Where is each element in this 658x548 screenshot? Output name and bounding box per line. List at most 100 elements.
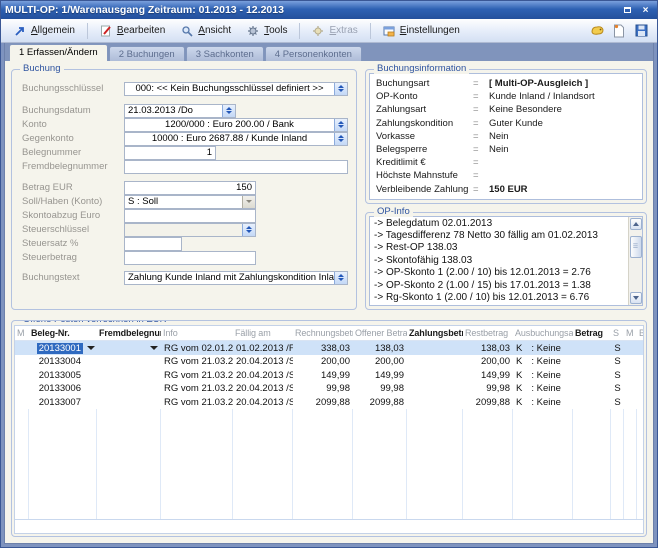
tab-strip: 1 Erfassen/Ändern 2 Buchungen 3 Sachkont… <box>5 43 653 61</box>
cell-ausbuchungsart[interactable]: K: Keine <box>513 383 573 394</box>
tab-buchungen[interactable]: 2 Buchungen <box>109 46 185 61</box>
cell-fremdbelegnummer[interactable] <box>97 346 161 350</box>
tab-erfassen-aendern[interactable]: 1 Erfassen/Ändern <box>9 44 108 61</box>
cell-ausbuchungsart[interactable]: K: Keine <box>513 397 573 408</box>
info-label: Zahlungskondition <box>376 118 473 129</box>
column-header[interactable]: Betrag <box>573 328 611 338</box>
menu-allgemein[interactable]: Allgemein <box>7 22 82 40</box>
group-title: Buchungsinformation <box>374 63 469 74</box>
gegenkonto-combo[interactable]: 10000 : Euro 2687.88 / Kunde Inland <box>124 132 348 146</box>
belegnummer-input[interactable] <box>125 147 215 159</box>
betrag-field[interactable] <box>124 181 256 195</box>
menu-tools[interactable]: Tools <box>240 22 294 40</box>
table-row[interactable]: 20133001 RG vom 02.01.2013 01.02.2013 /F… <box>15 341 643 355</box>
steuersatz-input[interactable] <box>125 238 181 250</box>
field-label: Soll/Haben (Konto) <box>22 196 124 207</box>
table-row[interactable]: 20133004 RG vom 21.03.2013 20.04.2013 /S… <box>15 355 643 369</box>
column-header[interactable]: B <box>637 328 643 338</box>
cell-fremdbelegnummer[interactable] <box>97 387 161 391</box>
scroll-thumb[interactable]: ☰ <box>630 236 642 258</box>
combo-value: Zahlung Kunde Inland mit Zahlungskonditi… <box>125 272 334 283</box>
field-label: Steuerschlüssel <box>22 224 124 235</box>
cell-rechnungsbetrag: 338,03 <box>293 343 353 354</box>
combo-spin-icon[interactable] <box>334 83 347 95</box>
tab-personenkonten[interactable]: 4 Personenkonten <box>265 46 362 61</box>
cell-ausbuchungsart[interactable]: K: Keine <box>513 343 573 354</box>
combo-spin-icon[interactable] <box>334 272 347 284</box>
column-header[interactable]: Fällig am <box>233 328 293 338</box>
cell-beleg-nr[interactable]: 20133004 <box>29 356 97 367</box>
cell-beleg-nr[interactable]: 20133006 <box>29 383 97 394</box>
skontoabzug-field[interactable] <box>124 209 256 223</box>
cell-restbetrag: 149,99 <box>463 370 513 381</box>
menu-label: Einstellungen <box>400 25 460 36</box>
combo-value: 000: << Kein Buchungsschlüssel definiert… <box>125 83 334 94</box>
combo-caret-icon[interactable] <box>150 346 158 350</box>
scroll-up-icon[interactable] <box>630 218 642 230</box>
close-button[interactable]: × <box>638 4 653 17</box>
op-info-scrollbar[interactable]: ☰ <box>628 217 642 306</box>
restore-button[interactable] <box>620 4 635 17</box>
column-header[interactable]: Rechnungsbetrag <box>293 328 353 338</box>
cell-faellig-am: 20.04.2013 /Sa <box>233 383 293 394</box>
skontoabzug-input[interactable] <box>125 210 255 222</box>
column-header[interactable]: Beleg-Nr. <box>29 328 97 338</box>
cell-beleg-nr[interactable]: 20133007 <box>29 397 97 408</box>
combo-spin-icon[interactable] <box>334 133 347 145</box>
new-document-icon[interactable] <box>611 23 627 39</box>
menu-bearbeiten[interactable]: Bearbeiten <box>93 22 172 40</box>
column-header[interactable]: Restbetrag <box>463 328 513 338</box>
table-row[interactable]: 20133005 RG vom 21.03.2013 20.04.2013 /S… <box>15 368 643 382</box>
combo-dropdown-icon[interactable] <box>242 196 255 208</box>
cell-s: S <box>611 383 624 394</box>
edit-icon <box>100 25 113 37</box>
combo-spin-icon <box>242 224 255 236</box>
cell-fremdbelegnummer[interactable] <box>97 360 161 364</box>
ausbuchung-text: : Keine <box>531 397 561 408</box>
cell-fremdbelegnummer[interactable] <box>97 400 161 404</box>
buchungsdatum-combo[interactable]: 21.03.2013 /Do <box>124 104 236 118</box>
buchungstext-combo[interactable]: Zahlung Kunde Inland mit Zahlungskonditi… <box>124 271 348 285</box>
fremdbelegnummer-field[interactable] <box>124 160 348 174</box>
cell-rechnungsbetrag: 99,98 <box>293 383 353 394</box>
column-header[interactable]: Info <box>161 328 233 338</box>
column-header[interactable]: Ausbuchungsart <box>513 328 573 338</box>
betrag-input[interactable] <box>125 182 255 194</box>
tab-sachkonten[interactable]: 3 Sachkonten <box>186 46 264 61</box>
cell-beleg-nr[interactable]: 20133001 <box>29 343 97 354</box>
combo-spin-icon[interactable] <box>334 119 347 131</box>
steuersatz-field[interactable] <box>124 237 182 251</box>
column-header[interactable]: Zahlungsbetrag <box>407 328 463 338</box>
buchungsschluessel-combo[interactable]: 000: << Kein Buchungsschlüssel definiert… <box>124 82 348 96</box>
combo-value: 21.03.2013 /Do <box>125 105 222 116</box>
column-header[interactable]: S <box>611 328 624 338</box>
menu-label: Extras <box>329 25 357 36</box>
table-row[interactable]: 20133007 RG vom 21.03.2013 20.04.2013 /S… <box>15 395 643 409</box>
combo-caret-icon[interactable] <box>87 346 95 350</box>
column-header[interactable]: M <box>624 328 637 338</box>
ausbuchung-text: : Keine <box>531 370 561 381</box>
post-icon[interactable] <box>589 23 605 39</box>
cell-fremdbelegnummer[interactable] <box>97 373 161 377</box>
konto-combo[interactable]: 1200/000 : Euro 200.00 / Bank <box>124 118 348 132</box>
column-header[interactable]: Offener Betrag <box>353 328 407 338</box>
menu-einstellungen[interactable]: Einstellungen <box>376 22 467 40</box>
column-header[interactable]: M <box>15 328 29 338</box>
fremdbelegnummer-input[interactable] <box>125 161 347 173</box>
save-icon[interactable] <box>633 23 649 39</box>
combo-spin-icon[interactable] <box>222 105 235 117</box>
soll-haben-combo[interactable]: S : Soll <box>124 195 256 209</box>
cell-ausbuchungsart[interactable]: K: Keine <box>513 370 573 381</box>
menu-ansicht[interactable]: Ansicht <box>174 22 238 40</box>
steuerschluessel-combo <box>124 223 256 237</box>
info-row: Buchungsart = [ Multi-OP-Ausgleich ] <box>376 77 636 90</box>
belegnummer-field[interactable] <box>124 146 216 160</box>
table-row[interactable]: 20133006 RG vom 21.03.2013 20.04.2013 /S… <box>15 382 643 396</box>
scroll-down-icon[interactable] <box>630 292 642 304</box>
cell-ausbuchungsart[interactable]: K: Keine <box>513 356 573 367</box>
steuerbetrag-input[interactable] <box>125 252 255 264</box>
steuerbetrag-field[interactable] <box>124 251 256 265</box>
cell-beleg-nr[interactable]: 20133005 <box>29 370 97 381</box>
column-header[interactable]: Fremdbelegnummer <box>97 328 161 338</box>
field-row-belegnummer: Belegnummer <box>22 146 348 159</box>
